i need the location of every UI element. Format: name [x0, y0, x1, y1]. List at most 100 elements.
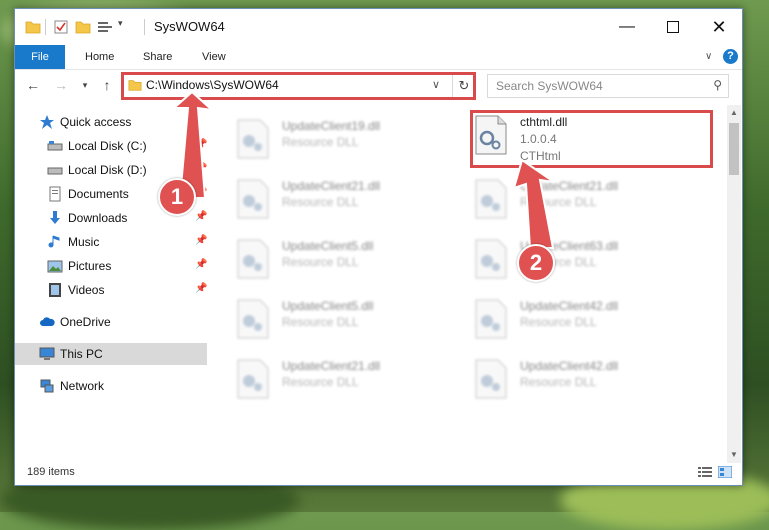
sidebar-item-this-pc[interactable]: This PC: [15, 343, 207, 365]
navigation-pane: Quick access Local Disk (C:) 📌 Local Dis…: [15, 109, 213, 469]
status-bar: 189 items: [15, 461, 742, 485]
file-name: UpdateClient42.dll: [520, 299, 619, 313]
maximize-button[interactable]: [650, 9, 696, 45]
file-name: UpdateClient5.dll: [282, 299, 374, 313]
minimize-button[interactable]: —: [604, 9, 650, 45]
customize-qat-chevron-icon[interactable]: ▾: [118, 18, 123, 29]
sidebar-item-pictures[interactable]: Pictures 📌: [15, 255, 207, 277]
sidebar-item-quick-access[interactable]: Quick access: [15, 111, 207, 133]
pictures-icon: [47, 260, 63, 273]
vertical-scrollbar[interactable]: ▲ ▼: [727, 105, 741, 463]
drive-icon: [47, 167, 63, 175]
file-name: UpdateClient5.dll: [282, 239, 374, 253]
folder-icon: [25, 21, 41, 34]
cloud-icon: [40, 317, 55, 326]
list-item[interactable]: UpdateClient19.dll Resource DLL: [220, 113, 450, 167]
sidebar-item-onedrive[interactable]: OneDrive: [15, 311, 207, 333]
title-bar: ▾ SysWOW64 — ✕: [15, 9, 742, 45]
videos-icon: [49, 283, 61, 297]
documents-icon: [49, 186, 61, 202]
tab-share[interactable]: Share: [143, 45, 172, 69]
list-item[interactable]: UpdateClient63.dll Resource DLL: [458, 233, 688, 287]
dll-file-icon: [237, 239, 269, 279]
list-item[interactable]: UpdateClient42.dll Resource DLL: [458, 293, 688, 347]
list-item[interactable]: UpdateClient5.dll Resource DLL: [220, 293, 450, 347]
file-list: UpdateClient19.dll Resource DLL UpdateCl…: [220, 105, 725, 465]
file-type: Resource DLL: [520, 195, 597, 209]
list-item[interactable]: UpdateClient21.dll Resource DLL: [458, 173, 688, 227]
separator: [45, 19, 46, 35]
dll-file-icon: [237, 179, 269, 219]
highlight-address-box: [121, 72, 476, 100]
forward-arrow-icon[interactable]: →: [51, 75, 71, 95]
highlight-file-box: [470, 110, 713, 168]
sidebar-item-music[interactable]: Music 📌: [15, 231, 207, 253]
dll-file-icon: [237, 359, 269, 399]
details-view-icon[interactable]: [698, 466, 712, 478]
dll-file-icon: [475, 179, 507, 219]
step-2-badge: 2: [517, 244, 555, 282]
sidebar-item-local-disk-c[interactable]: Local Disk (C:) 📌: [15, 135, 207, 157]
new-folder-icon[interactable]: [75, 19, 91, 35]
tab-view[interactable]: View: [202, 45, 226, 69]
tab-home[interactable]: Home: [85, 45, 114, 69]
sidebar-item-videos[interactable]: Videos 📌: [15, 279, 207, 301]
pin-icon[interactable]: 📌: [195, 283, 207, 294]
download-icon: [50, 211, 60, 224]
pin-icon[interactable]: 📌: [195, 139, 207, 150]
file-name: UpdateClient21.dll: [282, 179, 381, 193]
help-icon[interactable]: ?: [723, 49, 738, 64]
ribbon-tabs: File Home Share View ∨ ?: [15, 45, 742, 70]
rename-icon[interactable]: [97, 19, 115, 35]
item-count: 189 items: [27, 466, 75, 478]
search-placeholder: Search SysWOW64: [496, 79, 603, 93]
file-name: UpdateClient42.dll: [520, 359, 619, 373]
pin-icon[interactable]: 📌: [195, 259, 207, 270]
file-name: UpdateClient21.dll: [520, 179, 619, 193]
step-1-badge: 1: [158, 178, 196, 216]
file-type: Resource DLL: [520, 315, 597, 329]
file-type: Resource DLL: [282, 375, 359, 389]
navigation-bar: ← → ▾ ↑ C:\Windows\SysWOW64 ∨ ↻ Search S…: [15, 70, 742, 100]
back-arrow-icon[interactable]: ←: [23, 75, 43, 95]
dll-file-icon: [475, 299, 507, 339]
file-name: UpdateClient21.dll: [282, 359, 381, 373]
drive-icon: [47, 141, 63, 151]
properties-icon[interactable]: [53, 19, 69, 35]
list-item[interactable]: UpdateClient21.dll Resource DLL: [220, 353, 450, 407]
pin-icon[interactable]: 📌: [195, 187, 207, 198]
sidebar-item-network[interactable]: Network: [15, 375, 207, 397]
pin-icon[interactable]: 📌: [195, 211, 207, 222]
search-icon[interactable]: ⚲: [713, 78, 722, 92]
dll-file-icon: [475, 359, 507, 399]
expand-ribbon-chevron-icon[interactable]: ∨: [705, 51, 712, 62]
dll-file-icon: [475, 239, 507, 279]
separator: [144, 19, 145, 35]
list-item[interactable]: UpdateClient42.dll Resource DLL: [458, 353, 688, 407]
network-icon: [40, 379, 54, 393]
up-arrow-icon[interactable]: ↑: [97, 75, 117, 95]
file-type: Resource DLL: [282, 315, 359, 329]
list-item[interactable]: UpdateClient5.dll Resource DLL: [220, 233, 450, 287]
explorer-window: ▾ SysWOW64 — ✕ File Home Share View ∨ ? …: [14, 8, 743, 486]
file-name: UpdateClient19.dll: [282, 119, 381, 133]
scroll-thumb[interactable]: [729, 123, 739, 175]
pin-icon[interactable]: 📌: [195, 235, 207, 246]
scroll-down-arrow-icon[interactable]: ▼: [727, 449, 741, 461]
file-type: Resource DLL: [282, 135, 359, 149]
list-item[interactable]: UpdateClient21.dll Resource DLL: [220, 173, 450, 227]
search-input[interactable]: Search SysWOW64 ⚲: [487, 74, 729, 98]
dll-file-icon: [237, 299, 269, 339]
window-title: SysWOW64: [154, 19, 225, 34]
music-icon: [48, 235, 60, 248]
dll-file-icon: [237, 119, 269, 159]
pin-icon[interactable]: 📌: [195, 163, 207, 174]
recent-locations-chevron-icon[interactable]: ▾: [75, 75, 95, 95]
file-type: Resource DLL: [282, 255, 359, 269]
tab-file[interactable]: File: [15, 45, 65, 69]
scroll-up-arrow-icon[interactable]: ▲: [727, 107, 741, 119]
tiles-view-icon[interactable]: [718, 466, 732, 478]
close-button[interactable]: ✕: [696, 9, 742, 45]
file-type: Resource DLL: [520, 375, 597, 389]
star-icon: [40, 115, 54, 129]
